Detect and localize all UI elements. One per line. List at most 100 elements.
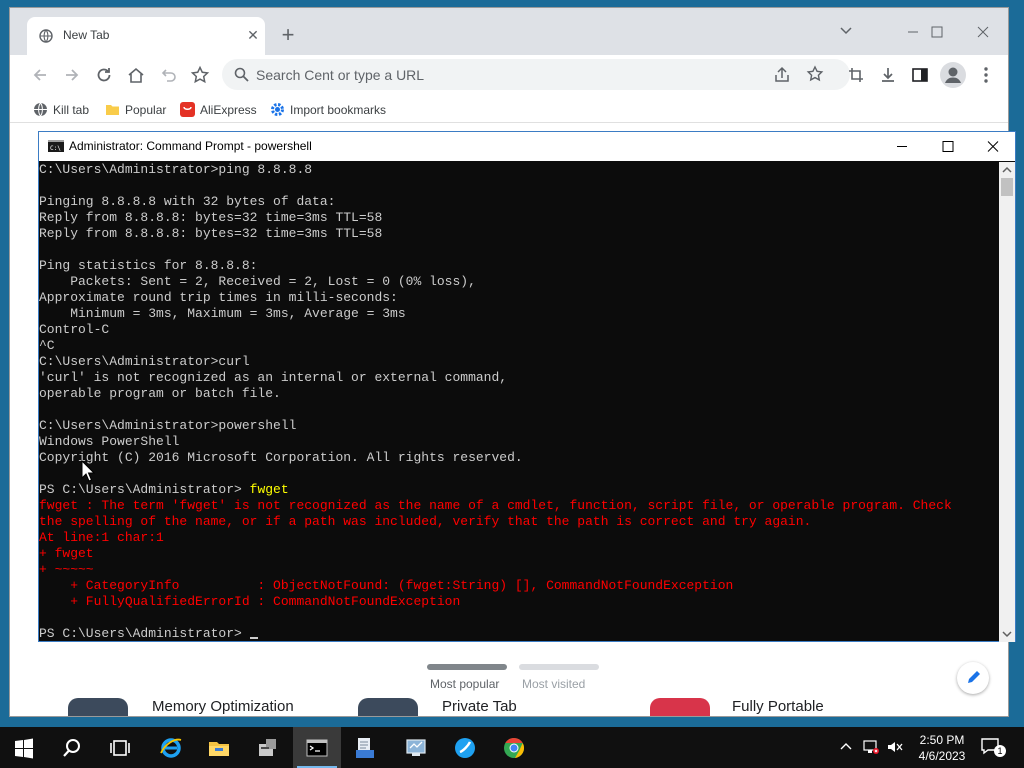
maximize-icon[interactable] [914,18,960,46]
scroll-down-icon[interactable] [999,626,1015,642]
network-status-icon[interactable] [862,739,880,755]
private-tab-icon [358,698,418,716]
tile-fully-portable[interactable]: Fully Portable [732,698,824,715]
console-line: PS C:\Users\Administrator> [39,626,1000,642]
minimize-icon[interactable] [879,132,925,161]
console-line: Minimum = 3ms, Maximum = 3ms, Average = … [39,306,1000,322]
notification-count-badge: 1 [994,745,1006,757]
console-scrollbar[interactable] [999,162,1015,642]
taskbar-chrome[interactable] [490,727,538,768]
console-line-text: fwget : The term 'fwget' is not recogniz… [39,498,952,513]
console-line: C:\Users\Administrator>ping 8.8.8.8 [39,162,1000,178]
browser-toolbar: Search Cent or type a URL [10,55,1008,95]
tab-most-visited[interactable]: Most visited [522,677,585,691]
edit-shortcuts-button[interactable] [957,662,989,694]
svg-text:C:\: C:\ [50,145,61,152]
search-button[interactable] [48,727,96,768]
console-line-text: the spelling of the name, or if a path w… [39,514,812,529]
taskbar-notepad-files[interactable] [341,727,389,768]
system-clock[interactable]: 2:50 PM 4/6/2023 [912,732,972,764]
menu-kebab-icon[interactable] [976,65,996,85]
console-line: PS C:\Users\Administrator> fwget [39,482,1000,498]
share-icon[interactable] [773,66,791,84]
taskbar-file-explorer[interactable] [195,727,243,768]
taskbar-server-manager[interactable] [244,727,292,768]
console-line: + FullyQualifiedErrorId : CommandNotFoun… [39,594,1000,610]
chrome-icon [504,738,525,758]
reload-icon[interactable] [94,65,114,85]
tab-title: New Tab [63,28,110,42]
maximize-icon[interactable] [925,132,971,161]
tile-memory-optimization[interactable]: Memory Optimization [152,698,294,715]
forward-icon[interactable] [62,65,82,85]
profile-avatar-icon[interactable] [940,62,966,88]
tab-new-tab[interactable]: New Tab ✕ [27,17,265,55]
scroll-up-icon[interactable] [999,162,1015,178]
star-icon[interactable] [806,65,824,83]
console-line-text: Reply from 8.8.8.8: bytes=32 time=3ms TT… [39,226,383,241]
scrollbar-thumb[interactable] [1001,178,1013,196]
taskbar-cent-browser[interactable] [441,727,489,768]
tile-private-tab[interactable]: Private Tab [442,698,517,715]
console-line: Packets: Sent = 2, Received = 2, Lost = … [39,274,1000,290]
close-icon[interactable] [960,18,1006,46]
clock-time: 2:50 PM [919,733,965,747]
action-center-button[interactable]: 1 [980,737,1006,759]
tab-most-popular[interactable]: Most popular [430,677,499,691]
taskbar-network[interactable] [392,727,440,768]
home-icon[interactable] [126,65,146,85]
start-button[interactable] [0,727,48,768]
console-line: Control-C [39,322,1000,338]
console-line: operable program or batch file. [39,386,1000,402]
bookmark-label: AliExpress [200,103,257,117]
new-tab-button[interactable]: + [278,24,298,46]
taskbar-internet-explorer[interactable] [147,727,195,768]
mouse-pointer-icon [81,460,95,482]
console-line-text: PS C:\Users\Administrator> [39,482,250,497]
most-popular-indicator [427,664,507,670]
close-icon[interactable] [970,132,1016,161]
undo-close-tab-icon[interactable] [158,65,178,85]
bookmark-label: Popular [125,103,167,117]
console-line-text: + CategoryInfo : ObjectNotFound: (fwget:… [39,578,734,593]
back-icon[interactable] [30,65,50,85]
network-icon [406,739,426,756]
address-bar[interactable]: Search Cent or type a URL [222,59,850,90]
volume-muted-icon[interactable] [886,739,904,755]
sidebar-icon[interactable] [910,65,930,85]
tab-strip: New Tab ✕ + [10,8,1008,55]
cmd-title-bar[interactable]: C:\ Administrator: Command Prompt - powe… [39,132,1015,161]
taskbar-command-prompt[interactable] [293,727,341,768]
console-line: Approximate round trip times in milli-se… [39,290,1000,306]
console-line-text: + ~~~~~ [39,562,94,577]
console-line: fwget : The term 'fwget' is not recogniz… [39,498,1000,514]
most-visited-indicator [519,664,599,670]
text-cursor [249,637,258,639]
console-line: the spelling of the name, or if a path w… [39,514,1000,530]
console-line-text: operable program or batch file. [39,386,281,401]
console-line: Reply from 8.8.8.8: bytes=32 time=3ms TT… [39,226,1000,242]
tab-search-icon[interactable] [838,22,854,38]
new-tab-page-tabs: Most popular Most visited [427,664,607,694]
tab-close-icon[interactable]: ✕ [245,27,261,43]
gear-icon [271,103,284,116]
internet-explorer-icon [160,738,182,758]
console-line-text: Reply from 8.8.8.8: bytes=32 time=3ms TT… [39,210,383,225]
crop-icon[interactable] [846,65,866,85]
clock-date: 4/6/2023 [918,749,966,763]
taskbar: 2:50 PM 4/6/2023 1 [0,727,1024,768]
console-line-text: + FullyQualifiedErrorId : CommandNotFoun… [39,594,461,609]
console-line: C:\Users\Administrator>curl [39,354,1000,370]
bookmark-star-icon[interactable] [190,65,210,85]
task-view-button[interactable] [96,727,144,768]
chevron-up-icon[interactable] [838,739,854,755]
console-output[interactable]: C:\Users\Administrator>ping 8.8.8.8 Pingi… [39,162,1000,642]
command-prompt-icon: C:\ [48,140,64,152]
command-prompt-window[interactable]: C:\ Administrator: Command Prompt - powe… [38,131,1016,642]
console-line-text: Windows PowerShell [39,434,180,449]
console-line-text: Copyright (C) 2016 Microsoft Corporation… [39,450,523,465]
download-icon[interactable] [878,65,898,85]
